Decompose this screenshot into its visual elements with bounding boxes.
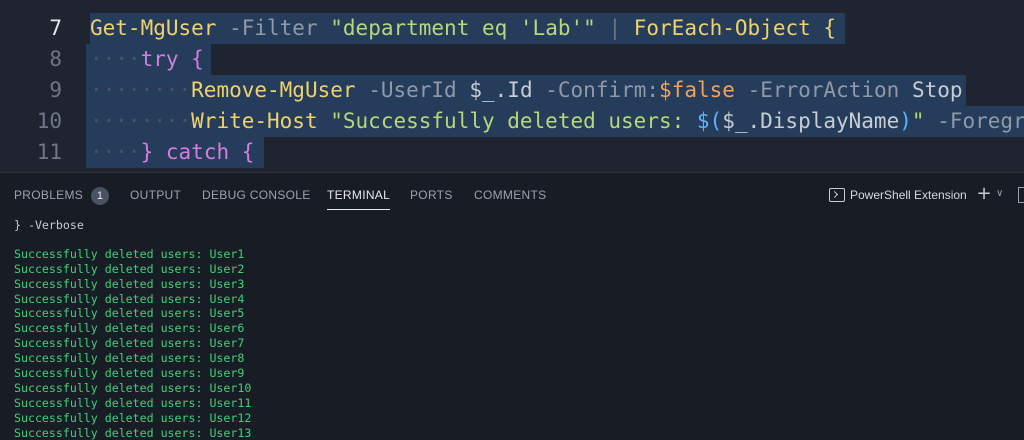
- code-token: .Id: [494, 78, 533, 102]
- code-token: -ErrorAction: [747, 78, 900, 102]
- problems-count-badge: 1: [91, 186, 110, 205]
- tab-comments[interactable]: COMMENTS: [474, 173, 546, 217]
- code-token: try: [140, 47, 179, 71]
- code-token: Write-Host: [191, 109, 318, 133]
- line-number: 7: [49, 16, 62, 40]
- code-token: $_: [722, 109, 748, 133]
- code-editor[interactable]: 7 8 9 10 11 Get-MgUser -Filter "department e…: [0, 0, 1024, 172]
- tab-label: PROBLEMS: [14, 188, 84, 202]
- code-line[interactable]: ········Remove-MgUser -UserId $_.Id -Con…: [90, 75, 963, 106]
- terminal-output-line: Successfully deleted users: User1: [14, 246, 245, 261]
- code-token: $(: [696, 109, 723, 133]
- terminal-profile-label[interactable]: PowerShell Extension: [850, 173, 967, 217]
- tab-terminal[interactable]: TERMINAL: [327, 173, 391, 217]
- indent-whitespace: ····: [90, 47, 141, 71]
- terminal-output-line: Successfully deleted users: User3: [14, 276, 245, 291]
- terminal-output-line: Successfully deleted users: User7: [14, 336, 245, 351]
- line-number: 10: [36, 109, 62, 133]
- code-token: catch: [165, 140, 230, 164]
- tab-label: DEBUG CONSOLE: [202, 188, 311, 202]
- code-token: $false: [659, 78, 735, 102]
- code-line[interactable]: Get-MgUser -Filter "department eq 'Lab'"…: [90, 13, 836, 44]
- code-token: -Filter: [229, 16, 318, 40]
- tab-ports[interactable]: PORTS: [410, 173, 453, 217]
- tab-label: OUTPUT: [130, 188, 182, 202]
- code-token: {: [823, 16, 837, 40]
- tab-debug-console[interactable]: DEBUG CONSOLE: [202, 173, 311, 217]
- code-token: ): [899, 109, 912, 133]
- code-token: ForEach-Object: [633, 16, 811, 40]
- terminal-icon[interactable]: [829, 188, 845, 202]
- indent-whitespace: ········: [90, 109, 192, 133]
- code-line[interactable]: ········Write-Host "Successfully deleted…: [90, 106, 1024, 137]
- code-token: $_: [469, 78, 495, 102]
- terminal-output-line: Successfully deleted users: User2: [14, 261, 245, 276]
- line-number-gutter: 7 8 9 10 11: [0, 0, 76, 172]
- code-token: {: [241, 140, 255, 164]
- terminal-output-line: Successfully deleted users: User12: [14, 410, 252, 425]
- tab-problems[interactable]: PROBLEMS 1: [14, 173, 110, 217]
- code-line[interactable]: ····try {: [90, 44, 204, 75]
- terminal-output-line: Successfully deleted users: User6: [14, 321, 245, 336]
- line-number: 8: [49, 47, 62, 71]
- tab-label: COMMENTS: [474, 188, 547, 202]
- code-token: -UserId: [368, 78, 457, 102]
- chevron-down-icon[interactable]: ∨: [996, 187, 1006, 201]
- code-line[interactable]: ····} catch {: [90, 137, 254, 168]
- tab-label: PORTS: [410, 188, 453, 202]
- plus-icon[interactable]: +: [976, 185, 992, 203]
- terminal-output[interactable]: } -Verbose Successfully deleted users: U…: [14, 217, 1024, 440]
- code-token: "department eq 'Lab'": [330, 16, 596, 40]
- terminal-output-line: Successfully deleted users: User13: [14, 425, 252, 440]
- bottom-panel: PROBLEMS 1 OUTPUT DEBUG CONSOLE TERMINAL PORT…: [0, 172, 1024, 440]
- code-token: "Successfully deleted users:: [330, 109, 697, 133]
- code-token: ": [911, 109, 925, 133]
- line-number: 9: [49, 78, 62, 102]
- code-token: -Foregr: [937, 109, 1024, 133]
- split-terminal-icon[interactable]: [1018, 187, 1024, 203]
- code-token: Get-MgUser: [90, 16, 217, 40]
- tab-label: TERMINAL: [327, 188, 391, 202]
- terminal-command-tail: } -Verbose: [14, 218, 84, 232]
- code-token: {: [191, 47, 204, 71]
- code-area[interactable]: Get-MgUser -Filter "department eq 'Lab'"…: [86, 0, 1024, 172]
- tab-output[interactable]: OUTPUT: [130, 173, 181, 217]
- code-token: }: [140, 140, 154, 164]
- indent-whitespace: ········: [90, 78, 192, 102]
- terminal-output-line: Successfully deleted users: User4: [14, 291, 245, 306]
- code-token: -Confirm:: [545, 78, 660, 102]
- code-token: Remove-MgUser: [191, 78, 356, 102]
- line-number: 11: [36, 140, 62, 164]
- terminal-output-line: Successfully deleted users: User10: [14, 380, 252, 395]
- terminal-output-line: Successfully deleted users: User5: [14, 306, 245, 321]
- indent-whitespace: ····: [90, 140, 141, 164]
- terminal-output-line: Successfully deleted users: User11: [14, 395, 252, 410]
- code-token: |: [608, 16, 622, 40]
- code-token: Stop: [911, 78, 963, 102]
- terminal-output-line: Successfully deleted users: User8: [14, 351, 245, 366]
- terminal-output-line: Successfully deleted users: User9: [14, 366, 245, 381]
- code-token: .DisplayName: [747, 109, 900, 133]
